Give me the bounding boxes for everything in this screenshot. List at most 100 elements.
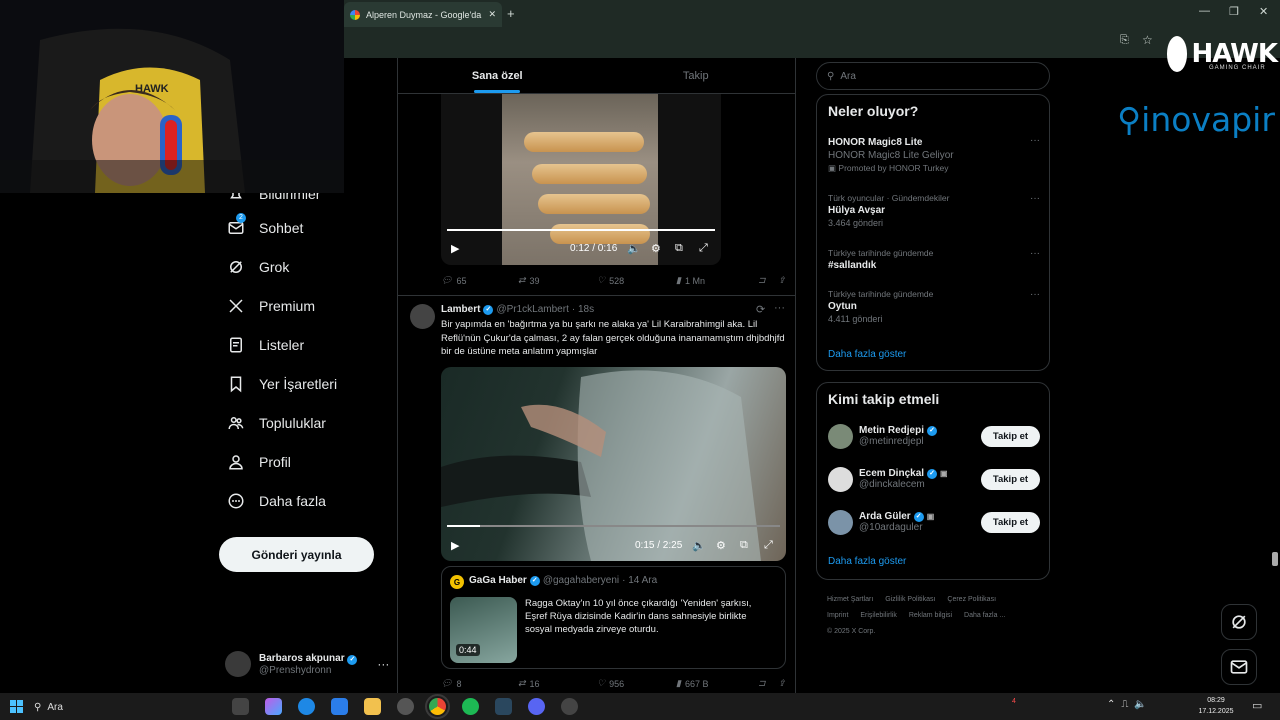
xbox-icon[interactable] [397,698,414,715]
repost-button[interactable]: ⇄ 39 [518,275,597,286]
play-icon[interactable]: ▶ [451,539,459,552]
tab-following[interactable]: Takip [597,58,796,93]
share-button[interactable]: ⇪ [778,275,786,286]
restore-button[interactable]: ❐ [1229,5,1239,18]
taskbar-clock[interactable]: 08:29 17.12.2025 [1197,695,1235,717]
chevron-up-icon[interactable]: ⌃ [1107,699,1121,710]
post-button[interactable]: Gönderi yayınla [219,537,374,572]
avatar[interactable] [410,304,435,329]
footer-link[interactable]: Gizlilik Politikası [885,596,935,603]
trend-item[interactable]: Türkiye tarihinde gündemde #sallandık ··… [828,248,1040,271]
bookmark-star-icon[interactable]: ☆ [1142,33,1153,47]
follow-button[interactable]: Takip et [981,511,1040,533]
nav-item-communities[interactable]: Topluluklar [215,403,385,442]
nav-item-bookmarks[interactable]: Yer İşaretleri [215,364,385,403]
close-window-button[interactable]: ✕ [1259,5,1268,18]
tab-for-you[interactable]: Sana özel [398,58,597,93]
post[interactable]: Lambert ✓ @Pr1ckLambert · 18s ⟳ ··· Bir … [398,295,795,689]
footer-link[interactable]: Imprint [827,612,848,619]
follow-suggestion[interactable]: Arda Güler ✓ ▣ @10ardaguler Takip et [828,507,1040,537]
reply-button[interactable]: 💬︎ 8 [441,678,518,689]
video-player[interactable]: ▶ 0:12 / 0:16 🔈 ⚙ ⧉ ⤢ [441,94,721,265]
quoted-handle: @gagahaberyeni [542,575,620,586]
account-switcher[interactable]: Barbaros akpunar ✓ @Prenshydronn ··· [225,646,395,682]
grok-icon[interactable]: ⟳ [756,303,765,316]
nav-item-more[interactable]: Daha fazla [215,481,385,520]
footer-link[interactable]: Reklam bilgisi [909,612,952,619]
steam-icon[interactable] [495,698,512,715]
footer-link[interactable]: Daha fazla ... [964,612,1005,619]
footer-link[interactable]: Hizmet Şartları [827,596,873,603]
search-input[interactable]: ⚲ Ara [816,62,1050,90]
more-icon[interactable]: ··· [377,657,389,671]
new-tab-button[interactable]: + [507,6,515,21]
reply-button[interactable]: 💬︎ 65 [441,275,518,286]
share-button[interactable]: ⇪ [778,678,786,689]
windows-start-icon[interactable] [10,700,23,713]
footer-link[interactable]: Çerez Politikası [947,596,996,603]
follow-button[interactable]: Takip et [981,468,1040,490]
play-icon[interactable]: ▶ [451,242,459,255]
more-icon[interactable]: ··· [1030,289,1040,300]
like-button[interactable]: ♡ 528 [597,275,676,286]
nav-item-lists[interactable]: Listeler [215,325,385,364]
repost-button[interactable]: ⇄ 16 [518,678,597,689]
quoted-post[interactable]: G GaGa Haber ✓ @gagahaberyeni · 14 Ara 0… [441,566,786,669]
system-tray[interactable]: ⌃⎍🔈 [1107,699,1153,710]
more-icon[interactable]: ··· [1030,135,1040,146]
chrome-icon[interactable] [425,694,450,719]
tab-close-icon[interactable]: ✕ [488,9,496,20]
pip-icon[interactable]: ⧉ [675,242,683,255]
network-icon[interactable]: ⎍ [1121,699,1134,710]
volume-icon[interactable]: 🔈 [692,539,706,552]
volume-icon[interactable]: 🔈 [627,242,641,255]
spotify-icon[interactable] [462,698,479,715]
copilot-icon[interactable] [265,698,282,715]
follow-suggestion[interactable]: Metin Redjepi ✓ @metinredjepl Takip et [828,421,1040,451]
trend-item[interactable]: Türkiye tarihinde gündemde Oytun 4.411 g… [828,289,1040,324]
pip-icon[interactable]: ⧉ [740,539,748,552]
address-bar[interactable]: ⎘ ☆ [344,28,1280,54]
more-icon[interactable]: ··· [774,302,785,314]
scrollbar-thumb[interactable] [1272,552,1278,566]
follow-button[interactable]: Takip et [981,425,1040,447]
nav-item-premium[interactable]: Premium [215,286,385,325]
nav-item-profile[interactable]: Profil [215,442,385,481]
install-icon[interactable]: ⎘ [1120,34,1129,47]
like-button[interactable]: ♡ 956 [597,678,676,689]
taskbar-search[interactable]: ⚲ Ara [34,697,224,717]
edge-icon[interactable] [298,698,315,715]
file-explorer-icon[interactable] [364,698,381,715]
show-more-follow-link[interactable]: Daha fazla göster [828,556,906,567]
obs-icon[interactable] [561,698,578,715]
views-button[interactable]: ▮ 1 Mn [676,275,758,286]
notification-center-icon[interactable]: ▭ [1252,699,1262,712]
minimize-button[interactable]: — [1199,5,1210,17]
browser-tab[interactable]: Alperen Duymaz - Google'da A ✕ [344,2,502,27]
more-icon[interactable]: ··· [1030,248,1040,259]
video-player[interactable]: ▶ 0:15 / 2:25 🔈 ⚙ ⧉ ⤢ [441,367,786,561]
footer-link[interactable]: Erişilebilirlik [860,612,897,619]
messages-fab-button[interactable] [1221,649,1257,685]
task-view-icon[interactable] [232,698,249,715]
volume-icon[interactable]: 🔈 [1134,699,1152,710]
post-author[interactable]: Lambert ✓ @Pr1ckLambert · 18s [441,304,594,315]
trend-item[interactable]: Türk oyuncular · Gündemdekiler Hülya Avş… [828,193,1040,228]
fullscreen-icon[interactable]: ⤢ [764,539,773,552]
grok-fab-button[interactable] [1221,604,1257,640]
settings-icon[interactable]: ⚙ [716,539,726,552]
show-more-trends-link[interactable]: Daha fazla göster [828,349,906,360]
settings-icon[interactable]: ⚙ [651,242,661,255]
fullscreen-icon[interactable]: ⤢ [699,242,708,255]
video-progress-track[interactable] [447,525,780,527]
bookmark-button[interactable]: ⊐ [758,678,778,689]
follow-suggestion[interactable]: Ecem Dinçkal ✓ ▣ @dinckalecem Takip et [828,464,1040,494]
store-icon[interactable] [331,698,348,715]
views-button[interactable]: ▮ 667 B [676,678,758,689]
bookmark-button[interactable]: ⊐ [758,275,778,286]
nav-item-chat[interactable]: 2 Sohbet [215,208,385,247]
discord-icon[interactable] [528,698,545,715]
nav-item-grok[interactable]: Grok [215,247,385,286]
trend-item[interactable]: HONOR Magic8 Lite HONOR Magic8 Lite Geli… [828,135,1040,174]
more-icon[interactable]: ··· [1030,193,1040,204]
